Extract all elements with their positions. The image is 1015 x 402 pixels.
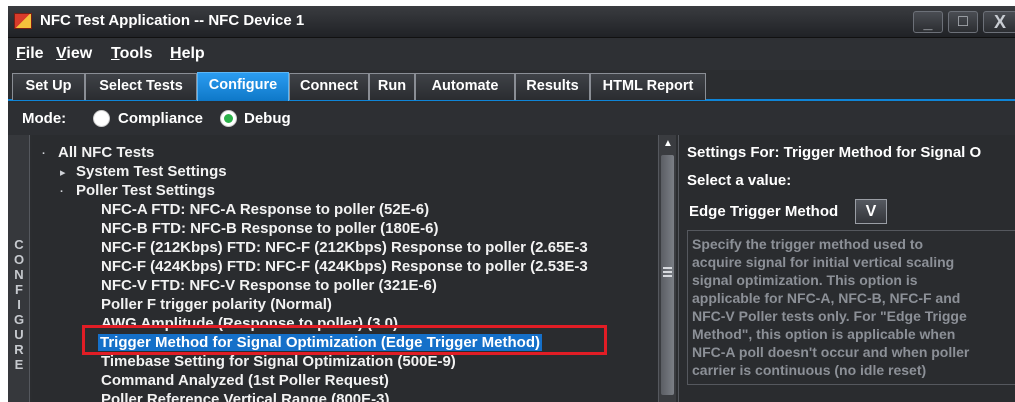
tab-results[interactable]: Results (515, 73, 590, 100)
side-label-letter: C (14, 237, 24, 252)
tab-connect[interactable]: Connect (289, 73, 369, 100)
tree-item[interactable]: AWG Amplitude (Response to poller) (3.0) (101, 314, 398, 333)
side-label-letter: U (14, 327, 24, 342)
app-logo-icon (14, 13, 32, 29)
menu-tools[interactable]: Tools (111, 45, 152, 63)
close-button[interactable]: X (983, 11, 1015, 33)
description-line: NFC-A poll doesn't occur and when poller (692, 344, 970, 360)
maximize-icon: □ (958, 13, 968, 30)
scroll-thumb[interactable] (661, 155, 674, 395)
side-label-letter: G (13, 312, 25, 327)
settings-heading: Settings For: Trigger Method for Signal … (687, 144, 982, 161)
tab-configure[interactable]: Configure (197, 72, 289, 101)
minimize-button[interactable]: _ (913, 11, 943, 33)
tree-node-poller-test-settings[interactable]: · Poller Test Settings (60, 181, 215, 200)
app-window: NFC Test Application -- NFC Device 1 _ □… (8, 6, 1015, 402)
tab-set-up[interactable]: Set Up (12, 73, 85, 100)
tab-select-tests[interactable]: Select Tests (85, 73, 197, 100)
menu-bar: File View Tools Help (8, 38, 1015, 70)
tree-item[interactable]: NFC-A FTD: NFC-A Response to poller (52E… (101, 200, 429, 219)
tree-node-all-nfc-tests[interactable]: · All NFC Tests (42, 143, 154, 162)
title-bar[interactable]: NFC Test Application -- NFC Device 1 _ □… (8, 6, 1015, 38)
tree-node-system-test-settings[interactable]: ▸ System Test Settings (60, 162, 227, 181)
description-line: signal optimization. This option is (692, 272, 918, 288)
setting-description: Specify the trigger method used to acqui… (687, 230, 1015, 385)
settings-pane: Settings For: Trigger Method for Signal … (678, 135, 1015, 402)
side-label-letter: N (14, 267, 24, 282)
menu-help[interactable]: Help (170, 45, 205, 63)
grip-line (663, 271, 672, 273)
grip-line (663, 275, 672, 277)
select-value-label: Select a value: (687, 172, 792, 189)
tree-item-selected[interactable]: Trigger Method for Signal Optimization (… (98, 333, 542, 352)
description-line: carrier is continuous (no idle reset) (692, 362, 927, 378)
description-line: Method", this option is applicable when (692, 326, 956, 342)
close-icon: X (993, 12, 1006, 32)
window-title: NFC Test Application -- NFC Device 1 (40, 12, 305, 29)
description-line: applicable for NFC-A, NFC-B, NFC-F and (692, 290, 961, 306)
tree-item[interactable]: NFC-F (424Kbps) FTD: NFC-F (424Kbps) Res… (101, 257, 588, 276)
compliance-radio[interactable] (93, 110, 110, 127)
mode-row: Mode: Compliance Debug (8, 103, 1015, 135)
side-label-letter: R (14, 342, 24, 357)
trigger-method-select[interactable]: Edge Trigger Method (687, 199, 839, 224)
description-line: NFC-V Poller tests only. For "Edge Trigg… (692, 308, 967, 324)
debug-radio[interactable] (220, 110, 237, 127)
side-label-letter: I (17, 297, 21, 312)
debug-label[interactable]: Debug (244, 110, 291, 127)
configure-side-strip: CONFIGURE (8, 135, 30, 402)
description-line: Specify the trigger method used to (692, 236, 924, 252)
grip-line (663, 267, 672, 269)
tree-item[interactable]: NFC-F (212Kbps) FTD: NFC-F (212Kbps) Res… (101, 238, 588, 257)
tab-automate[interactable]: Automate (415, 73, 515, 100)
side-label-letter: F (15, 282, 23, 297)
side-label-letter: O (13, 252, 25, 267)
tree-item[interactable]: Command Analyzed (1st Poller Request) (101, 371, 389, 390)
test-tree-pane: · All NFC Tests ▸ System Test Settings · Po… (32, 135, 657, 402)
chevron-down-icon[interactable]: V (855, 199, 887, 224)
menu-view[interactable]: View (56, 45, 92, 63)
menu-file[interactable]: File (16, 45, 44, 63)
scroll-up-icon[interactable]: ▲ (661, 137, 675, 151)
maximize-button[interactable]: □ (948, 11, 978, 33)
tree-item[interactable]: Timebase Setting for Signal Optimization… (101, 352, 456, 371)
tree-item[interactable]: NFC-V FTD: NFC-V Response to poller (321… (101, 276, 437, 295)
tree-item[interactable]: Poller Reference Vertical Range (800E-3) (101, 390, 389, 402)
tree-item[interactable]: NFC-B FTD: NFC-B Response to poller (180… (101, 219, 439, 238)
minimize-icon: _ (923, 15, 933, 32)
tab-bar: Set Up Select Tests Configure Connect Ru… (8, 70, 1015, 101)
mode-label: Mode: (22, 110, 67, 127)
description-line: acquire signal for initial vertical scal… (692, 254, 955, 270)
tree-scrollbar[interactable]: ▲ (658, 135, 676, 402)
side-label-letter: E (14, 357, 24, 372)
tab-html-report[interactable]: HTML Report (590, 73, 706, 100)
tab-run[interactable]: Run (369, 73, 415, 100)
tree-item[interactable]: Poller F trigger polarity (Normal) (101, 295, 332, 314)
compliance-label[interactable]: Compliance (118, 110, 203, 127)
tree-collapse-icon[interactable]: · (42, 145, 50, 164)
tree-collapse-icon[interactable]: · (60, 183, 68, 202)
